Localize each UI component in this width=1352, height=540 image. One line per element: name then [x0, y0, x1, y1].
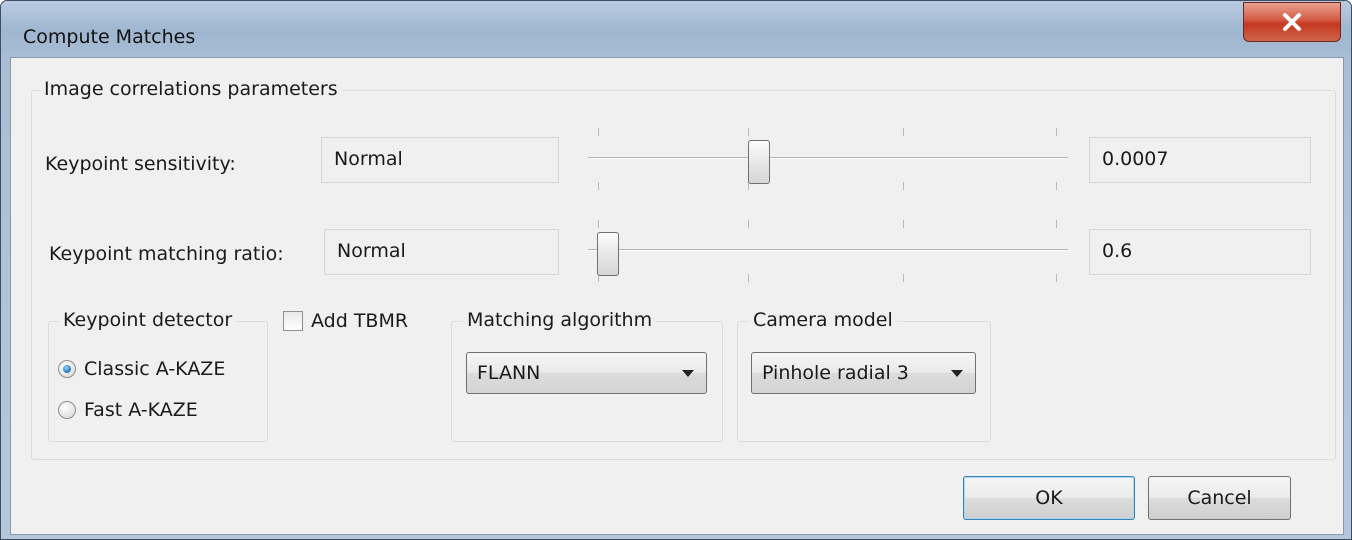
dialog-window: Compute Matches Image correlations param… [0, 0, 1352, 540]
slider-tick [1056, 220, 1057, 228]
keypoint-matching-ratio-label: Keypoint matching ratio: [49, 243, 284, 265]
cancel-button[interactable]: Cancel [1148, 476, 1291, 520]
slider-tick [1056, 274, 1057, 282]
slider-track [588, 249, 1068, 251]
keypoint-detector-group-title: Keypoint detector [59, 309, 237, 331]
keypoint-matching-ratio-preset: Normal [324, 229, 559, 275]
add-tbmr-checkbox[interactable] [283, 311, 303, 331]
slider-tick [748, 274, 749, 282]
keypoint-sensitivity-slider-thumb[interactable] [748, 140, 771, 184]
slider-tick [598, 182, 599, 190]
keypoint-matching-ratio-slider-thumb[interactable] [597, 232, 619, 276]
keypoint-sensitivity-value: 0.0007 [1089, 137, 1311, 183]
radio-fast-akaze-label: Fast A-KAZE [84, 399, 198, 421]
radio-button[interactable] [58, 360, 76, 378]
close-x-icon [1283, 13, 1301, 31]
matching-algorithm-group-title: Matching algorithm [463, 309, 657, 331]
slider-tick [903, 182, 904, 190]
radio-button[interactable] [58, 401, 76, 419]
slider-track [588, 157, 1068, 159]
slider-tick [748, 220, 749, 228]
keypoint-sensitivity-slider[interactable] [588, 118, 1068, 198]
keypoint-sensitivity-label: Keypoint sensitivity: [45, 153, 236, 175]
radio-classic-akaze[interactable]: Classic A-KAZE [58, 358, 225, 380]
camera-model-group-title: Camera model [749, 309, 897, 331]
chevron-down-icon [951, 370, 963, 377]
keypoint-matching-ratio-value: 0.6 [1089, 229, 1311, 275]
keypoint-sensitivity-preset: Normal [321, 137, 559, 183]
keypoint-detector-group [48, 321, 268, 442]
slider-tick [903, 128, 904, 136]
matching-algorithm-selected: FLANN [477, 362, 541, 384]
image-correlations-group-title: Image correlations parameters [40, 78, 342, 100]
title-bar[interactable]: Compute Matches [1, 1, 1352, 53]
close-button[interactable] [1243, 2, 1341, 42]
keypoint-matching-ratio-slider[interactable] [588, 210, 1068, 290]
ok-button[interactable]: OK [963, 476, 1135, 520]
chevron-down-icon [682, 370, 694, 377]
dialog-body: Image correlations parameters Keypoint s… [10, 57, 1344, 535]
add-tbmr-label: Add TBMR [311, 310, 409, 332]
camera-model-select[interactable]: Pinhole radial 3 [751, 352, 976, 394]
slider-tick [903, 220, 904, 228]
slider-tick [598, 128, 599, 136]
window-title: Compute Matches [23, 26, 196, 48]
matching-algorithm-select[interactable]: FLANN [466, 352, 707, 394]
radio-fast-akaze[interactable]: Fast A-KAZE [58, 399, 198, 421]
slider-tick [748, 128, 749, 136]
slider-tick [598, 220, 599, 228]
radio-classic-akaze-label: Classic A-KAZE [84, 358, 226, 380]
slider-tick [1056, 182, 1057, 190]
camera-model-selected: Pinhole radial 3 [762, 362, 909, 384]
slider-tick [1056, 128, 1057, 136]
add-tbmr-checkbox-row[interactable]: Add TBMR [283, 310, 408, 332]
slider-tick [903, 274, 904, 282]
